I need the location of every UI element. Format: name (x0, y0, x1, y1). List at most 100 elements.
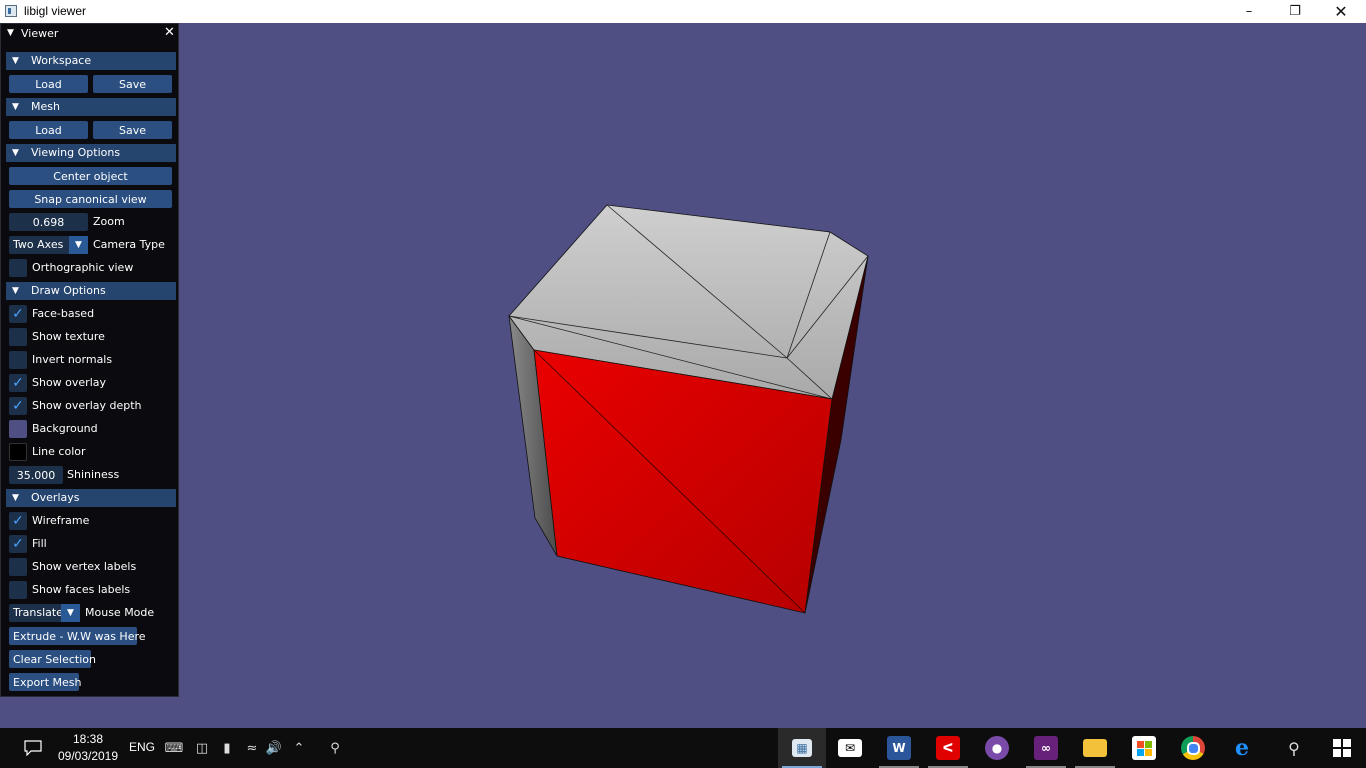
dropdown-arrow-icon[interactable]: ▼ (69, 236, 88, 254)
mouse-mode-value: Translate (13, 606, 63, 619)
background-color-swatch[interactable] (9, 420, 27, 438)
header-label: Draw Options (31, 284, 106, 297)
wireframe-label: Wireframe (32, 514, 90, 527)
header-mesh[interactable]: ▼ Mesh (6, 98, 176, 116)
header-label: Mesh (31, 100, 60, 113)
orthographic-view-label: Orthographic view (32, 261, 134, 274)
extrude-button[interactable]: Extrude - W.W was Here (9, 627, 146, 645)
shininess-input[interactable]: 35.000 (9, 466, 63, 484)
panel-title-bar[interactable]: ▼ Viewer ✕ (1, 24, 178, 43)
header-draw-options[interactable]: ▼ Draw Options (6, 282, 176, 300)
action-center-icon[interactable] (18, 728, 48, 768)
camera-type-value: Two Axes (13, 238, 64, 251)
wireframe-checkbox[interactable]: ✓ (9, 512, 27, 530)
checkmark-icon: ✓ (12, 536, 24, 552)
snap-canonical-view-button[interactable]: Snap canonical view (9, 190, 172, 208)
dropdown-arrow-icon[interactable]: ▼ (61, 604, 80, 622)
language-indicator[interactable]: ENG (129, 740, 155, 754)
expand-triangle-icon: ▼ (12, 148, 19, 158)
taskbar-clock[interactable]: 18:38 09/03/2019 (56, 731, 120, 765)
export-mesh-button[interactable]: Export Mesh (9, 673, 81, 691)
center-object-button[interactable]: Center object (9, 167, 172, 185)
line-color-label: Line color (32, 445, 86, 458)
fill-label: Fill (32, 537, 47, 550)
acrobat-icon: ᐸ (936, 736, 960, 760)
taskbar-app-chrome[interactable] (1169, 728, 1217, 768)
search-icon[interactable]: ⚲ (1276, 728, 1312, 768)
checkmark-icon: ✓ (12, 513, 24, 529)
fill-checkbox[interactable]: ✓ (9, 535, 27, 553)
workspace-save-button[interactable]: Save (93, 75, 172, 93)
app-icon (5, 5, 17, 17)
show-texture-label: Show texture (32, 330, 105, 343)
taskbar-app-file-explorer[interactable] (1071, 728, 1119, 768)
wifi-icon[interactable]: ≈ (242, 728, 262, 768)
battery-icon[interactable]: ▮ (218, 728, 236, 768)
volume-icon[interactable]: 🔊 (264, 728, 284, 768)
chevron-up-icon[interactable]: ⌃ (290, 728, 308, 768)
taskbar-app-word[interactable]: W (875, 728, 923, 768)
mouse-mode-select[interactable]: Translate ▼ (9, 604, 80, 622)
header-viewing-options[interactable]: ▼ Viewing Options (6, 144, 176, 162)
show-overlay-depth-label: Show overlay depth (32, 399, 142, 412)
taskbar-app-store[interactable] (1120, 728, 1168, 768)
network-device-icon[interactable]: ◫ (192, 728, 212, 768)
mesh-render[interactable] (0, 23, 1366, 728)
taskbar-app-libigl-viewer[interactable]: ▦ (778, 728, 826, 768)
start-button[interactable] (1322, 728, 1362, 768)
clock-time: 18:38 (72, 732, 104, 746)
invert-normals-label: Invert normals (32, 353, 113, 366)
restore-button[interactable]: ❐ (1272, 0, 1318, 23)
workspace-load-button[interactable]: Load (9, 75, 88, 93)
word-icon: W (887, 736, 911, 760)
shininess-label: Shininess (67, 468, 120, 481)
mouse-mode-label: Mouse Mode (85, 606, 155, 619)
show-overlay-checkbox[interactable]: ✓ (9, 374, 27, 392)
show-overlay-depth-checkbox[interactable]: ✓ (9, 397, 27, 415)
close-window-button[interactable]: ✕ (1318, 0, 1364, 23)
github-desktop-icon: ● (985, 736, 1009, 760)
file-explorer-icon (1083, 739, 1107, 757)
expand-triangle-icon: ▼ (12, 102, 19, 112)
clear-selection-button[interactable]: Clear Selection (9, 650, 96, 668)
show-vertex-labels-label: Show vertex labels (32, 560, 137, 573)
window-title: libigl viewer (24, 4, 87, 18)
camera-type-select[interactable]: Two Axes ▼ (9, 236, 88, 254)
people-icon[interactable]: ⚲ (324, 728, 346, 768)
line-color-swatch[interactable] (9, 443, 27, 461)
minimize-button[interactable]: – (1226, 0, 1272, 23)
invert-normals-checkbox[interactable] (9, 351, 27, 369)
orthographic-view-checkbox[interactable] (9, 259, 27, 277)
zoom-label: Zoom (93, 215, 125, 228)
header-workspace[interactable]: ▼ Workspace (6, 52, 176, 70)
taskbar-app-acrobat[interactable]: ᐸ (924, 728, 972, 768)
taskbar-app-mail[interactable]: ✉ (826, 728, 874, 768)
3d-viewport[interactable] (0, 23, 1366, 728)
face-based-label: Face-based (32, 307, 95, 320)
face-based-checkbox[interactable]: ✓ (9, 305, 27, 323)
expand-triangle-icon: ▼ (12, 493, 19, 503)
checkmark-icon: ✓ (12, 398, 24, 414)
close-icon[interactable]: ✕ (164, 25, 175, 40)
header-label: Workspace (31, 54, 92, 67)
clock-date: 09/03/2019 (57, 749, 119, 763)
show-texture-checkbox[interactable] (9, 328, 27, 346)
header-overlays[interactable]: ▼ Overlays (6, 489, 176, 507)
checkmark-icon: ✓ (12, 306, 24, 322)
header-label: Viewing Options (31, 146, 121, 159)
zoom-input[interactable]: 0.698 (9, 213, 88, 231)
show-faces-labels-checkbox[interactable] (9, 581, 27, 599)
collapse-triangle-icon[interactable]: ▼ (7, 28, 14, 38)
taskbar-app-github[interactable]: ● (973, 728, 1021, 768)
taskbar-app-edge[interactable]: e (1218, 728, 1266, 768)
mesh-load-button[interactable]: Load (9, 121, 88, 139)
expand-triangle-icon: ▼ (12, 286, 19, 296)
checkmark-icon: ✓ (12, 375, 24, 391)
taskbar-app-visual-studio[interactable]: ∞ (1022, 728, 1070, 768)
visual-studio-icon: ∞ (1034, 736, 1058, 760)
keyboard-icon[interactable]: ⌨ (162, 728, 186, 768)
mesh-save-button[interactable]: Save (93, 121, 172, 139)
show-overlay-label: Show overlay (32, 376, 107, 389)
edge-icon: e (1235, 735, 1249, 761)
show-vertex-labels-checkbox[interactable] (9, 558, 27, 576)
